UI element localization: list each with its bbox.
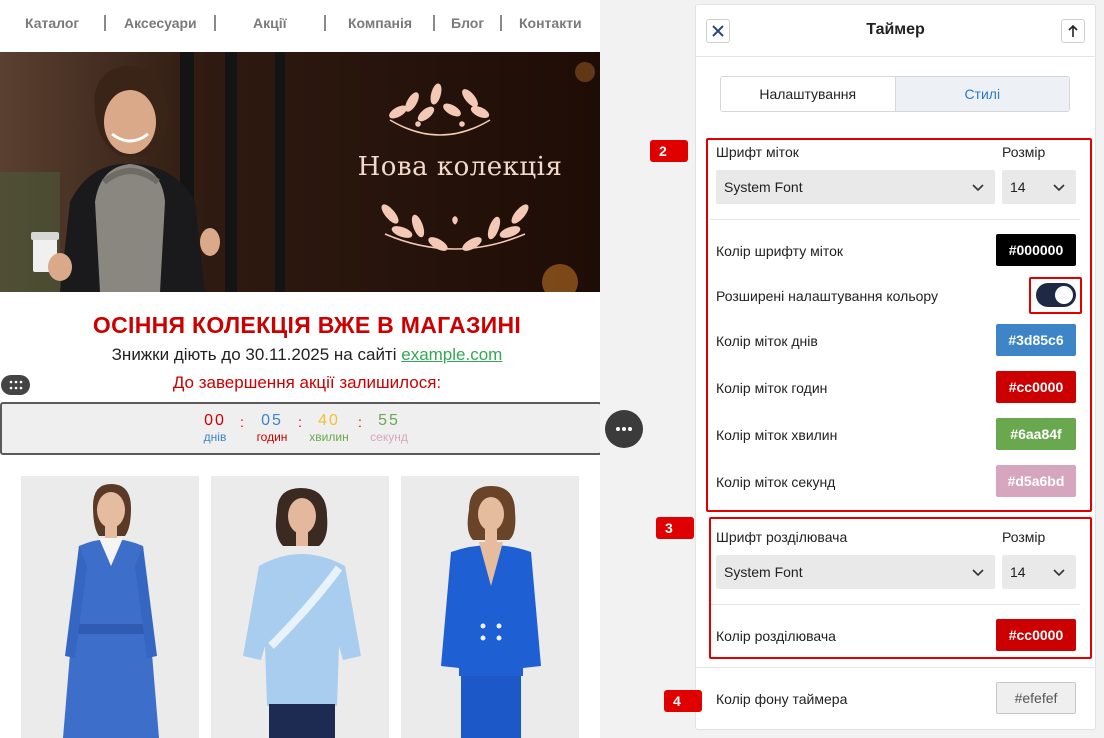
section-divider xyxy=(696,667,1095,668)
timer-minutes-label: хвилин xyxy=(309,430,349,444)
timer-days-value: 00 xyxy=(204,412,226,429)
nav-item-accessories[interactable]: Аксесуари xyxy=(124,15,197,31)
banner-title: Нова колекція xyxy=(357,152,563,182)
grip-dots-icon xyxy=(9,380,22,390)
timer-separator: : xyxy=(240,414,244,430)
step-badge: 4 xyxy=(664,690,702,712)
arrow-up-icon xyxy=(1068,24,1078,37)
timer-days: 00 днів xyxy=(198,412,232,444)
timer-seconds-label: секунд xyxy=(370,430,408,444)
timer-separator: : xyxy=(358,414,362,430)
nav-divider xyxy=(500,15,502,31)
countdown-timer[interactable]: 00 днів : 05 годин : 40 хвилин : 55 секу… xyxy=(0,402,600,455)
product-card-sweater[interactable] xyxy=(211,476,389,738)
highlight-frame-separator xyxy=(709,517,1092,659)
email-canvas: Каталог Аксесуари Акції Компанія Блог Ко… xyxy=(0,0,600,738)
panel-header: Таймер xyxy=(696,5,1095,57)
nav-item-blog[interactable]: Блог xyxy=(451,15,484,31)
panel-tabs: Налаштування Стилі xyxy=(720,76,1070,112)
more-dots-icon xyxy=(616,427,632,431)
block-more-options-button[interactable] xyxy=(605,410,643,448)
timer-hours-value: 05 xyxy=(261,412,283,429)
timer-hours: 05 годин xyxy=(250,412,294,444)
nav-item-catalog[interactable]: Каталог xyxy=(25,15,79,31)
timer-days-label: днів xyxy=(203,430,227,444)
product-image-blue-suit xyxy=(401,476,579,738)
nav-item-company[interactable]: Компанія xyxy=(348,15,412,31)
panel-title: Таймер xyxy=(866,21,925,38)
nav-divider xyxy=(433,15,435,31)
promo-subline: Знижки діють до 30.11.2025 на сайті exam… xyxy=(0,345,600,365)
countdown-label: До завершення акції залишилося: xyxy=(172,373,442,392)
collapse-panel-button[interactable] xyxy=(1061,19,1085,43)
nav-divider xyxy=(214,15,216,31)
product-card-suit[interactable] xyxy=(401,476,579,738)
timer-bg-color-label: Колір фону таймера xyxy=(716,691,848,707)
timer-seconds: 55 секунд xyxy=(364,412,414,444)
tab-settings[interactable]: Налаштування xyxy=(721,77,896,111)
timer-seconds-value: 55 xyxy=(378,412,400,429)
product-card-coat[interactable] xyxy=(21,476,199,738)
nav-divider xyxy=(324,15,326,31)
step-badge: 2 xyxy=(650,140,688,162)
timer-hours-label: годин xyxy=(256,430,288,444)
timer-minutes-value: 40 xyxy=(318,412,340,429)
product-image-blue-coat xyxy=(21,476,199,738)
email-nav: Каталог Аксесуари Акції Компанія Блог Ко… xyxy=(0,0,600,48)
nav-divider xyxy=(104,15,106,31)
timer-bg-color-swatch[interactable]: #efefef xyxy=(996,682,1076,714)
promo-headline: ОСІННЯ КОЛЕКЦІЯ ВЖЕ В МАГАЗИНІ xyxy=(92,312,522,338)
nav-item-promotions[interactable]: Акції xyxy=(253,15,287,31)
highlight-frame-labels xyxy=(706,138,1092,512)
promo-subline-text: Знижки діють до 30.11.2025 на сайті xyxy=(111,345,397,364)
tab-styles[interactable]: Стилі xyxy=(895,77,1069,111)
hero-banner: Нова колекція xyxy=(0,52,600,292)
highlight-frame-toggle xyxy=(1029,277,1082,314)
product-image-light-blue-sweater xyxy=(211,476,389,738)
timer-minutes: 40 хвилин xyxy=(304,412,354,444)
promo-site-link[interactable]: example.com xyxy=(401,345,502,364)
step-badge: 3 xyxy=(656,517,694,539)
block-drag-handle[interactable] xyxy=(1,375,30,395)
timer-separator: : xyxy=(298,414,302,430)
nav-item-contacts[interactable]: Контакти xyxy=(519,15,582,31)
